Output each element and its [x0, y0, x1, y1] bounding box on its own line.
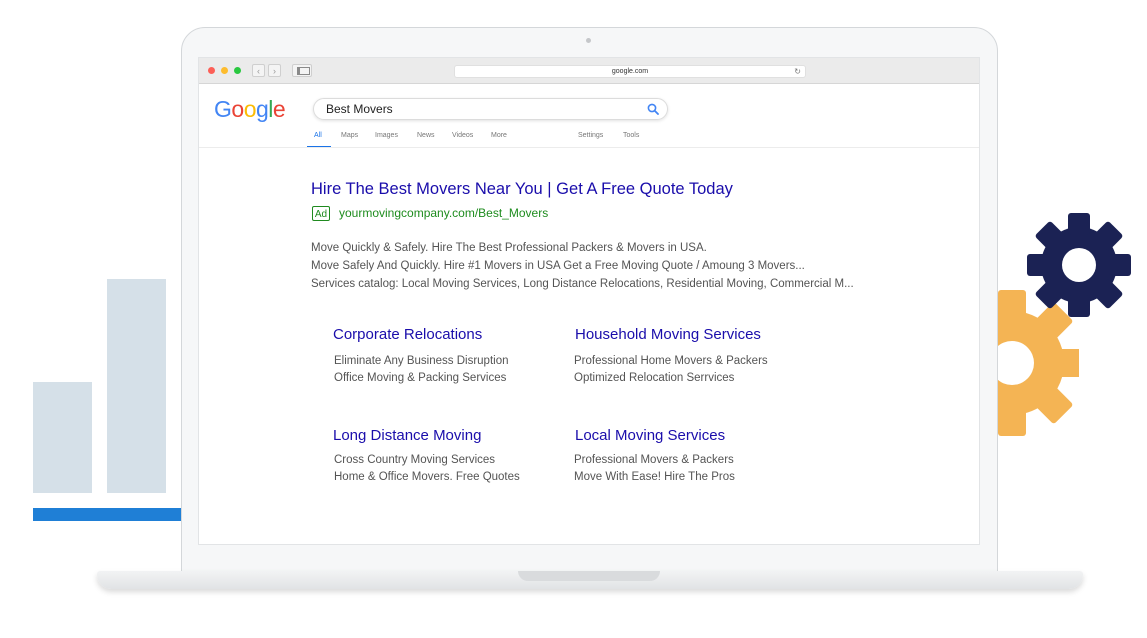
sitelink-household-moving[interactable]: Household Moving Services [575, 326, 761, 343]
logo-letter: o [231, 96, 244, 122]
minimize-window-button[interactable] [221, 67, 228, 74]
sitelink-description: Home & Office Movers. Free Quotes [334, 471, 520, 483]
ad-description-line: Services catalog: Local Moving Services,… [311, 278, 854, 290]
search-query: Best Movers [326, 102, 393, 116]
sitelink-long-distance-moving[interactable]: Long Distance Moving [333, 427, 481, 444]
tab-settings[interactable]: Settings [578, 132, 603, 139]
logo-letter: g [255, 96, 269, 122]
address-bar[interactable]: google.com ↻ [454, 65, 806, 78]
tab-maps[interactable]: Maps [341, 132, 358, 139]
sitelink-description: Move With Ease! Hire The Pros [574, 471, 735, 483]
sitelink-description: Professional Movers & Packers [574, 454, 734, 466]
tab-tools[interactable]: Tools [623, 132, 639, 139]
logo-letter: o [243, 96, 257, 122]
sitelink-description: Optimized Relocation Serrvices [574, 372, 735, 384]
search-icon[interactable] [647, 103, 659, 115]
tab-news[interactable]: News [417, 132, 435, 139]
address-url: google.com [611, 68, 649, 75]
browser-toolbar: ‹ › google.com ↻ [199, 58, 979, 84]
navy-gear-icon [1027, 213, 1131, 317]
ad-badge: Ad [312, 206, 330, 221]
ad-display-url[interactable]: yourmovingcompany.com/Best_Movers [339, 206, 548, 220]
reload-icon[interactable]: ↻ [794, 66, 801, 78]
sitelink-local-moving[interactable]: Local Moving Services [575, 427, 725, 444]
tab-images[interactable]: Images [375, 132, 398, 139]
sitelink-corporate-relocations[interactable]: Corporate Relocations [333, 326, 482, 343]
sitelink-description: Office Moving & Packing Services [334, 372, 507, 384]
sitelink-description: Cross Country Moving Services [334, 454, 496, 466]
close-window-button[interactable] [208, 67, 215, 74]
tab-more[interactable]: More [491, 132, 507, 139]
sitelink-description: Eliminate Any Business Disruption [334, 355, 509, 367]
logo-letter: e [272, 96, 286, 122]
back-button[interactable]: ‹ [252, 64, 265, 77]
tab-videos[interactable]: Videos [452, 132, 473, 139]
decorative-bar-short [33, 382, 92, 493]
decorative-baseline [33, 508, 183, 521]
google-logo[interactable]: Google [214, 96, 286, 123]
tab-all[interactable]: All [314, 132, 322, 139]
sitelink-description: Professional Home Movers & Packers [574, 355, 768, 367]
sidebar-toggle-icon[interactable] [292, 64, 312, 77]
browser-window: ‹ › google.com ↻ Google Best Movers All … [198, 57, 980, 545]
ad-headline-link[interactable]: Hire The Best Movers Near You | Get A Fr… [311, 180, 733, 199]
webcam [586, 38, 591, 43]
header-divider [199, 147, 979, 148]
laptop-notch [518, 571, 660, 581]
ad-description-line: Move Quickly & Safely. Hire The Best Pro… [311, 242, 707, 254]
logo-letter: G [214, 96, 232, 122]
ad-description-line: Move Safely And Quickly. Hire #1 Movers … [311, 260, 805, 272]
zoom-window-button[interactable] [234, 67, 241, 74]
search-input[interactable]: Best Movers [313, 98, 668, 120]
forward-button[interactable]: › [268, 64, 281, 77]
decorative-bar-tall [107, 279, 166, 493]
